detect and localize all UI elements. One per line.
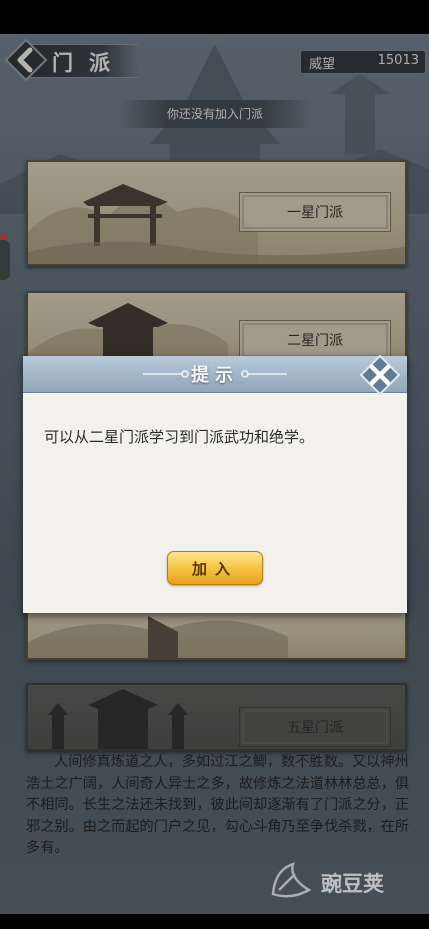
prompt-dialog: 提示 可以从二星门派学习到门派武功和绝学。 加入 bbox=[23, 355, 407, 613]
join-button[interactable]: 加入 bbox=[167, 551, 263, 585]
dialog-title: 提示 bbox=[191, 365, 239, 386]
dialog-header: 提示 bbox=[23, 356, 407, 393]
close-icon[interactable] bbox=[360, 355, 400, 395]
dialog-message: 可以从二星门派学习到门派武功和绝学。 bbox=[44, 428, 315, 446]
bottom-bar bbox=[0, 914, 429, 929]
game-screen: 门派 威望 15013 你还没有加入门派 一星门派 二星门派 五星门派 人间修真… bbox=[0, 0, 429, 929]
status-bar bbox=[0, 0, 429, 34]
join-button-label: 加入 bbox=[191, 560, 238, 578]
